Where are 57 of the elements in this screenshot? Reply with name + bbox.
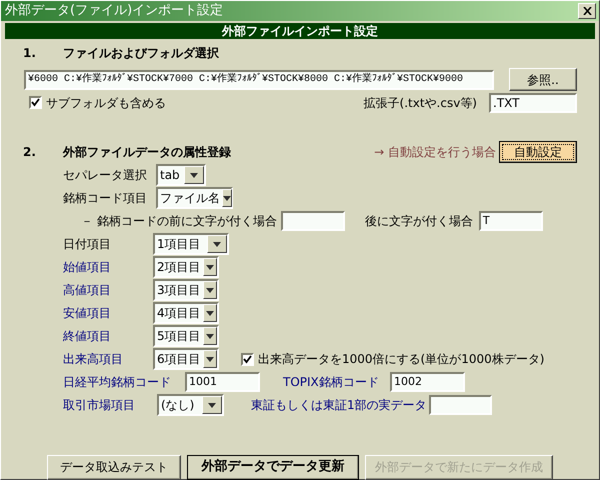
field-label: セパレータ選択 [63, 167, 148, 184]
dropdown[interactable]: 2項目目 [153, 256, 219, 278]
dropdown[interactable]: ファイル名 [156, 187, 233, 209]
checkmark-icon [31, 98, 40, 107]
field-label: 後に文字が付く場合 [364, 213, 474, 230]
close-icon [582, 6, 592, 15]
extension-label: 拡張子(.txtや.csv等) [364, 94, 477, 112]
text-field[interactable] [280, 211, 345, 231]
field-label: － 銘柄コードの前に文字が付く場合 [81, 213, 277, 230]
caret-icon [202, 327, 217, 345]
action-button[interactable]: 外部データでデータ更新 [187, 454, 359, 480]
checkbox[interactable]: 出来高データを1000倍にする(単位が1000株データ) [241, 350, 544, 368]
caret-icon [222, 189, 232, 207]
auto-hint: → 自動設定を行う場合 [374, 144, 496, 160]
checkmark-icon [243, 354, 252, 364]
caret-icon [202, 304, 217, 322]
field-label: 高値項目 [63, 282, 112, 299]
caret-icon [202, 281, 217, 299]
dropdown[interactable]: 5項目目 [153, 325, 219, 347]
field-label: 出来高項目 [63, 351, 124, 368]
field-label: 日付項目 [63, 236, 112, 253]
dropdown[interactable]: 6項目目 [153, 348, 219, 370]
section-number: 1. [23, 44, 37, 62]
dropdown[interactable]: 1項目目 [153, 233, 229, 255]
caret-icon [207, 235, 227, 253]
text-field[interactable] [429, 395, 492, 415]
browse-button[interactable]: 参照.. [509, 68, 577, 91]
field-label: 日経平均銘柄コード [63, 374, 172, 391]
action-button[interactable]: データ取込みテスト [47, 454, 181, 480]
checkbox[interactable]: サブフォルダも含める [29, 94, 166, 112]
field-label: 銘柄コード項目 [63, 190, 148, 207]
caret-icon [202, 350, 217, 368]
dropdown[interactable]: (なし) [157, 394, 224, 416]
dropdown[interactable]: 4項目目 [153, 302, 219, 324]
text-field[interactable]: 1001 [185, 372, 260, 392]
caret-icon [202, 258, 217, 276]
close-button[interactable] [578, 2, 596, 19]
caret-icon [184, 166, 204, 184]
field-label: 始値項目 [63, 259, 112, 276]
field-label: 安値項目 [63, 305, 112, 322]
dropdown[interactable]: tab [156, 164, 206, 186]
window-title: 外部データ(ファイル)インポート設定 [5, 2, 224, 20]
field-label: 終値項目 [63, 328, 112, 345]
section-number: 2. [23, 144, 37, 160]
text-field[interactable]: 1002 [390, 372, 465, 392]
path-field[interactable]: ¥6000 C:¥作業ﾌｫﾙﾀﾞ¥STOCK¥7000 C:¥作業ﾌｫﾙﾀﾞ¥STOCK¥8000 C:¥作業ﾌｫﾙﾀﾞ¥STOCK¥9000 [24, 70, 494, 90]
section-title: 外部ファイルデータの属性登録 [63, 144, 232, 160]
field-label: 東証もしくは東証1部の実データ [251, 397, 428, 414]
field-label: 取引市場項目 [63, 397, 136, 414]
extension-field[interactable]: .TXT [489, 92, 577, 112]
field-label: TOPIX銘柄コード [283, 374, 380, 391]
auto-setting-button[interactable]: 自動設定 [499, 140, 577, 162]
dialog-header: 外部ファイルインポート設定 [5, 22, 595, 38]
caret-icon [202, 396, 222, 414]
text-field[interactable]: T [478, 211, 543, 231]
section-title: ファイルおよびフォルダ選択 [63, 44, 219, 62]
dropdown[interactable]: 3項目目 [153, 279, 219, 301]
